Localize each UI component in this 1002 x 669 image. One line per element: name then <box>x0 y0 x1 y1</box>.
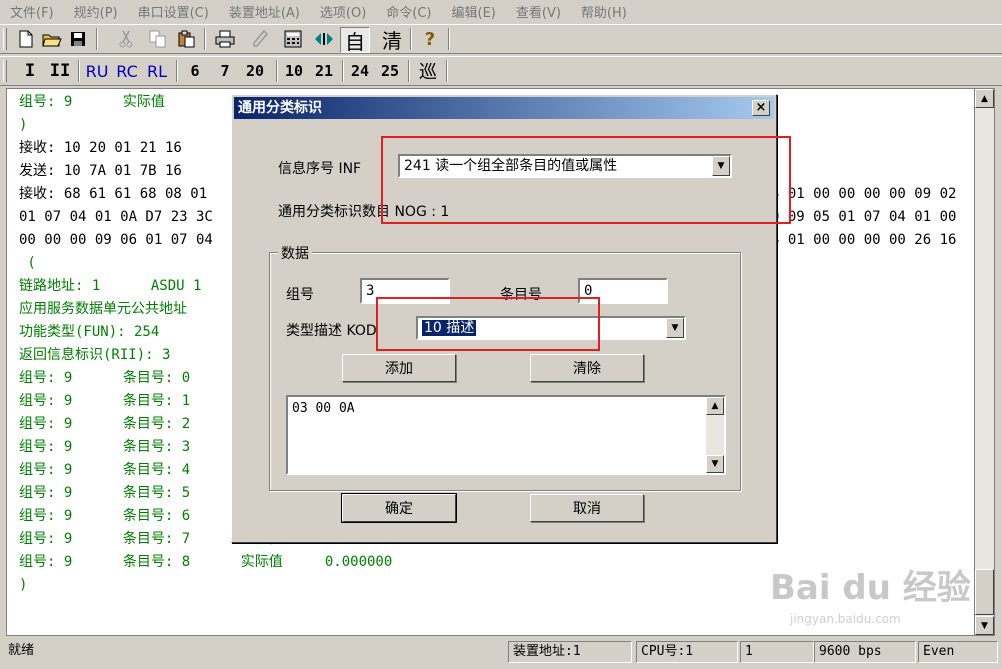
status-ready: 就绪 <box>8 643 35 658</box>
console-line: 组号: 9 条目号: 6 <box>19 508 191 524</box>
menu-command[interactable]: 命令(C) <box>376 2 441 21</box>
status-number: 1 <box>740 641 814 663</box>
inf-label: 信息序号 INF <box>278 161 362 177</box>
copy-icon[interactable] <box>146 27 170 51</box>
cmd-I-button[interactable]: I <box>18 59 42 83</box>
menu-bar: 文件(F) 规约(P) 串口设置(C) 装置地址(A) 选项(O) 命令(C) … <box>0 0 1002 22</box>
menu-file[interactable]: 文件(F) <box>0 2 64 21</box>
menu-options[interactable]: 选项(O) <box>310 2 376 21</box>
console-line-right: 0 09 05 01 07 04 01 00 <box>771 209 957 225</box>
cmd-24-button[interactable]: 24 <box>346 59 374 83</box>
scroll-thumb[interactable] <box>975 569 994 615</box>
console-line: 返回信息标识(RII): 3 <box>19 347 171 363</box>
ok-button[interactable]: 确定 <box>341 493 457 523</box>
cmd-21-button[interactable]: 21 <box>310 59 338 83</box>
baidu-watermark: Bai du 经验 <box>770 568 971 608</box>
baidu-watermark-url: jingyan.baidu.com <box>790 612 901 626</box>
console-line: ) <box>19 117 28 133</box>
status-bar: 就绪 装置地址:1 CPU号:1 1 9600 bps Even <box>0 638 1002 669</box>
help-question-icon[interactable]: ? <box>418 27 442 51</box>
console-line: 组号: 9 条目号: 5 <box>19 485 191 501</box>
console-scrollbar[interactable]: ▲ ▼ <box>974 88 995 636</box>
console-line-right: 4 01 00 00 00 00 09 02 <box>771 186 957 202</box>
frame-text-area[interactable]: 03 00 0A ▲ ▼ <box>286 395 726 475</box>
console-line: 链路地址: 1 ASDU 1 <box>19 278 202 294</box>
console-line: 组号: 9 条目号: 4 <box>19 462 191 478</box>
toolbar-grip[interactable] <box>3 28 7 50</box>
scroll-down-icon[interactable]: ▼ <box>706 455 724 473</box>
pen-icon[interactable] <box>248 27 272 51</box>
console-line: 组号: 9 条目号: 8 实际值 0.000000 <box>19 554 393 570</box>
cmd-10-button[interactable]: 10 <box>280 59 308 83</box>
chevron-down-icon[interactable]: ▼ <box>666 318 684 338</box>
connect-icon[interactable] <box>312 27 336 51</box>
dialog-title-bar[interactable]: 通用分类标识 × <box>234 97 774 119</box>
auto-button[interactable]: 自 <box>340 27 370 54</box>
console-line: 接收: 68 61 61 68 08 01 <box>19 186 208 202</box>
menu-device-address[interactable]: 装置地址(A) <box>219 2 310 21</box>
scroll-down-icon[interactable]: ▼ <box>975 616 994 635</box>
toolbar-grip[interactable] <box>3 60 7 82</box>
console-line: ) <box>19 577 28 593</box>
annotation-highlight-kod <box>376 297 600 351</box>
status-parity: Even <box>918 641 998 663</box>
close-icon[interactable]: × <box>752 100 770 116</box>
menu-view[interactable]: 查看(V) <box>506 2 571 21</box>
kod-label: 类型描述 KOD <box>286 323 377 339</box>
console-line: 接收: 10 20 01 21 16 <box>19 140 182 156</box>
annotation-highlight-inf <box>381 136 791 224</box>
cmd-RU-button[interactable]: RU <box>84 59 110 83</box>
console-line: 功能类型(FUN): 254 <box>19 324 160 340</box>
new-file-icon[interactable] <box>14 27 38 51</box>
print-icon[interactable] <box>212 27 238 51</box>
dialog-title: 通用分类标识 <box>238 100 322 116</box>
console-line: ( <box>19 255 36 271</box>
status-baud: 9600 bps <box>814 641 916 663</box>
cmd-6-button[interactable]: 6 <box>184 59 206 83</box>
cmd-7-button[interactable]: 7 <box>214 59 236 83</box>
menu-serial-settings[interactable]: 串口设置(C) <box>128 2 219 21</box>
cmd-20-button[interactable]: 20 <box>240 59 270 83</box>
cmd-RC-button[interactable]: RC <box>114 59 140 83</box>
patrol-button[interactable]: 巡 <box>414 59 442 83</box>
cmd-II-button[interactable]: II <box>48 59 72 83</box>
menu-edit[interactable]: 编辑(E) <box>442 2 506 21</box>
clear-button[interactable]: 清除 <box>530 354 644 382</box>
console-line: 组号: 9 条目号: 1 <box>19 393 191 409</box>
group-number-label: 组号 <box>286 287 314 303</box>
memo-scrollbar[interactable]: ▲ ▼ <box>706 397 724 473</box>
status-device-address: 装置地址:1 <box>508 641 632 663</box>
open-folder-icon[interactable] <box>40 27 64 51</box>
console-line-right: 4 01 00 00 00 00 26 16 <box>771 232 957 248</box>
status-cpu: CPU号:1 <box>636 641 738 663</box>
console-line: 组号: 9 条目号: 2 <box>19 416 191 432</box>
frame-text: 03 00 0A <box>292 401 355 416</box>
scroll-up-icon[interactable]: ▲ <box>975 89 994 108</box>
add-button[interactable]: 添加 <box>342 354 456 382</box>
console-line: 00 00 00 09 06 01 07 04 <box>19 232 213 248</box>
cmd-RL-button[interactable]: RL <box>144 59 170 83</box>
command-toolbar: I II RU RC RL 6 7 20 10 21 24 25 巡 <box>0 56 1002 86</box>
cmd-25-button[interactable]: 25 <box>376 59 404 83</box>
main-toolbar: 自 清 ? <box>0 24 1002 54</box>
cancel-button[interactable]: 取消 <box>530 494 644 522</box>
console-line: 组号: 9 实际值 <box>19 94 165 110</box>
save-icon[interactable] <box>66 27 90 51</box>
calculator-icon[interactable] <box>280 27 306 51</box>
menu-help[interactable]: 帮助(H) <box>571 2 637 21</box>
data-groupbox-caption: 数据 <box>278 243 312 263</box>
console-line: 组号: 9 条目号: 3 <box>19 439 191 455</box>
scroll-up-icon[interactable]: ▲ <box>706 397 724 415</box>
console-line: 组号: 9 条目号: 0 <box>19 370 191 386</box>
clear-screen-button[interactable]: 清 <box>378 27 406 53</box>
paste-icon[interactable] <box>174 27 198 51</box>
generic-classification-dialog: 通用分类标识 × 信息序号 INF 241 读一个组全部条目的值或属性 ▼ 通用… <box>231 94 791 543</box>
menu-protocol[interactable]: 规约(P) <box>64 2 128 21</box>
console-line: 01 07 04 01 0A D7 23 3C <box>19 209 213 225</box>
console-line: 发送: 10 7A 01 7B 16 <box>19 163 182 179</box>
console-line: 应用服务数据单元公共地址 <box>19 301 187 317</box>
cut-icon[interactable] <box>114 27 138 51</box>
